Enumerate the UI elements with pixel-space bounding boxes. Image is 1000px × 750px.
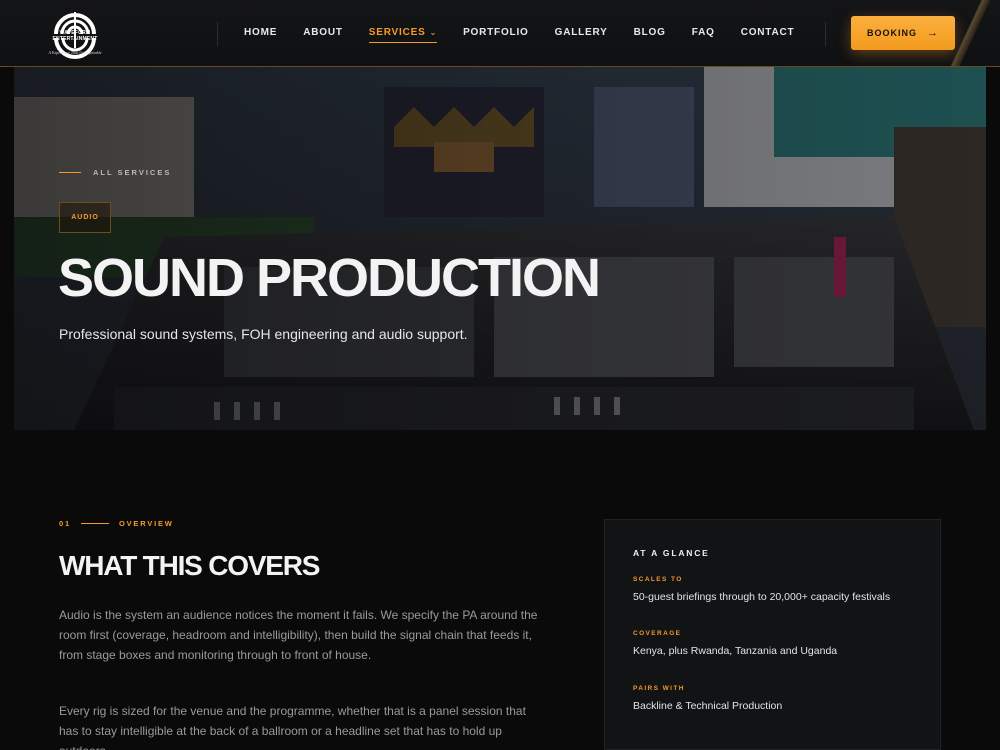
nav-divider-left [217, 22, 218, 46]
nav-item-home[interactable]: HOME [244, 27, 277, 38]
booking-button[interactable]: BOOKING → [851, 16, 955, 50]
nav-item-faq[interactable]: FAQ [692, 27, 715, 38]
page-subtitle: Professional sound systems, FOH engineer… [59, 326, 468, 342]
section-eyebrow: 01 OVERVIEW [59, 519, 174, 528]
glance-key-coverage: COVERAGE [633, 630, 682, 637]
glance-value-scales: 50-guest briefings through to 20,000+ ca… [633, 591, 891, 603]
chevron-down-icon: ⌄ [429, 28, 438, 37]
glance-key-pairs: PAIRS WITH [633, 685, 685, 692]
nav-item-services-label: SERVICES [368, 27, 426, 38]
nav-item-contact[interactable]: CONTACT [741, 27, 795, 38]
nav-item-gallery[interactable]: GALLERY [555, 27, 608, 38]
breadcrumb[interactable]: ALL SERVICES [59, 168, 171, 177]
arrow-right-icon: → [927, 27, 939, 39]
site-header: WAVEFORM ENTERTAINMENT A Experience That… [0, 0, 1000, 67]
nav-item-about[interactable]: ABOUT [303, 27, 343, 38]
at-a-glance-card: AT A GLANCE SCALES TO 50-guest briefings… [604, 519, 941, 750]
logo-tagline: A Experience That Unforgettable [48, 50, 102, 55]
hero-banner: ALL SERVICES AUDIO SOUND PRODUCTION Prof… [14, 67, 986, 430]
overview-paragraph-2: Every rig is sized for the venue and the… [59, 704, 526, 750]
eyebrow-line [80, 523, 109, 524]
nav-divider-right [825, 22, 826, 46]
category-tag: AUDIO [59, 202, 111, 233]
nav-item-services[interactable]: SERVICES ⌄ [368, 27, 438, 43]
overview-paragraph-1: Audio is the system an audience notices … [59, 608, 538, 662]
booking-label: BOOKING [866, 28, 917, 38]
section-title: WHAT THIS COVERS [59, 550, 320, 581]
logo-text: WAVEFORM ENTERTAINMENT [52, 30, 98, 42]
main-nav: HOME ABOUT SERVICES ⌄ PORTFOLIO GALLERY B… [244, 27, 820, 43]
brand-logo[interactable]: WAVEFORM ENTERTAINMENT A Experience That… [42, 4, 108, 62]
glance-title: AT A GLANCE [633, 548, 710, 558]
nav-item-portfolio[interactable]: PORTFOLIO [463, 27, 529, 38]
breadcrumb-line [59, 172, 81, 173]
glance-key-scales: SCALES TO [633, 576, 683, 583]
glance-value-pairs[interactable]: Backline & Technical Production [633, 700, 782, 712]
section-label: OVERVIEW [118, 519, 174, 528]
page-title: SOUND PRODUCTION [58, 248, 601, 308]
glance-value-coverage: Kenya, plus Rwanda, Tanzania and Uganda [633, 645, 838, 657]
section-number: 01 [59, 519, 71, 528]
breadcrumb-all-services[interactable]: ALL SERVICES [93, 168, 171, 177]
nav-item-blog[interactable]: BLOG [634, 27, 666, 38]
